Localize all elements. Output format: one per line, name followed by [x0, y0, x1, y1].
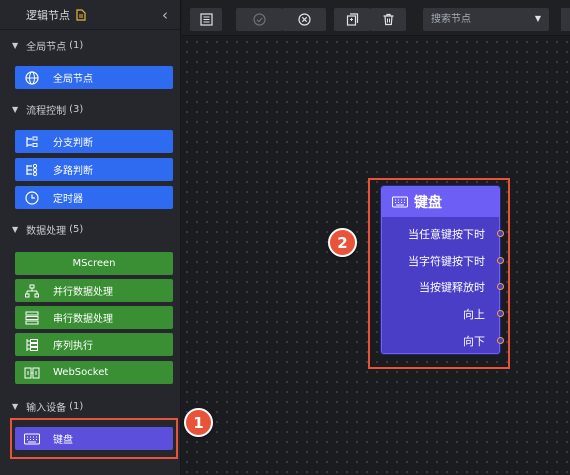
caret-down-icon: ▼ [12, 104, 19, 114]
cancel-button[interactable] [282, 8, 326, 31]
copy-button[interactable] [334, 8, 370, 31]
node-item-serial[interactable]: 串行数据处理 [15, 306, 173, 329]
save-button[interactable] [190, 8, 222, 31]
sequence-icon [21, 333, 43, 356]
document-icon[interactable] [76, 8, 86, 21]
branch-icon [21, 130, 43, 153]
node-item-multi-branch[interactable]: 多路判断 [15, 158, 173, 181]
collapse-sidebar-icon[interactable]: ‹ [162, 6, 168, 24]
group-title-data-processing[interactable]: ▼ 数据处理 (5) [12, 222, 83, 237]
sidebar-header: 逻辑节点 ‹ [0, 0, 180, 30]
group-title-global[interactable]: ▼ 全局节点 (1) [12, 38, 83, 53]
caret-down-icon: ▼ [12, 40, 19, 50]
group-title-input-devices[interactable]: ▼ 输入设备 (1) [12, 399, 83, 414]
node-item-global[interactable]: 全局节点 [15, 66, 173, 89]
sidebar: 逻辑节点 ‹ ▼ 全局节点 (1) 全局节点 ▼ 流程控制 (3) 分支判断 多… [0, 0, 181, 475]
globe-icon [21, 66, 43, 89]
node-item-sequence[interactable]: 序列执行 [15, 333, 173, 356]
copy-icon [346, 13, 358, 26]
delete-button[interactable] [370, 8, 406, 31]
node-item-parallel[interactable]: 并行数据处理 [15, 279, 173, 302]
search-input[interactable] [423, 8, 549, 31]
trash-icon [383, 13, 393, 26]
sidebar-title: 逻辑节点 [26, 8, 70, 22]
step-badge-2: 2 [328, 228, 357, 257]
toolbar-overflow-button[interactable] [561, 8, 570, 31]
confirm-button[interactable] [236, 8, 282, 31]
multi-branch-icon [21, 158, 43, 181]
highlight-box-node-card [368, 178, 510, 369]
toolbar: ▼ [182, 0, 570, 36]
parallel-icon [21, 279, 43, 302]
step-badge-1: 1 [184, 408, 213, 437]
group-title-flow-control[interactable]: ▼ 流程控制 (3) [12, 102, 83, 117]
chevron-down-icon[interactable]: ▼ [535, 14, 541, 23]
close-circle-icon [297, 13, 311, 26]
caret-down-icon: ▼ [12, 401, 19, 411]
node-item-timer[interactable]: 定时器 [15, 186, 173, 209]
node-item-websocket[interactable]: WebSocket [15, 361, 173, 384]
serial-icon [21, 306, 43, 329]
save-icon [199, 13, 213, 26]
check-circle-icon [252, 13, 266, 26]
websocket-icon [21, 361, 43, 384]
caret-down-icon: ▼ [12, 224, 19, 234]
clock-icon [21, 186, 43, 209]
node-item-branch[interactable]: 分支判断 [15, 130, 173, 153]
node-item-mscreen[interactable]: MScreen [15, 252, 173, 275]
node-search-select[interactable]: ▼ [423, 8, 549, 31]
highlight-box-keyboard-item [10, 418, 178, 459]
